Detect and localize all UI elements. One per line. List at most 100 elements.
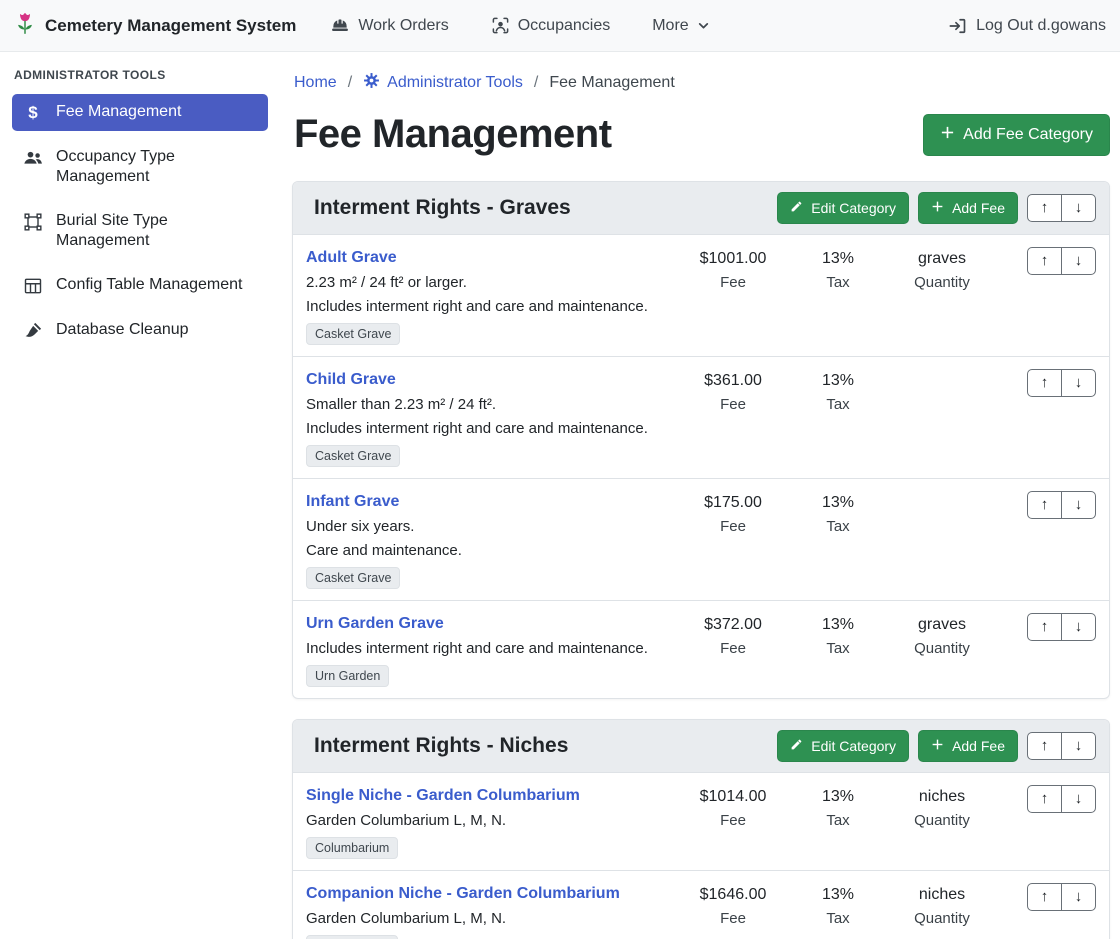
breadcrumb-home-link[interactable]: Home <box>294 74 337 92</box>
fee-amount: $1001.00 <box>674 248 792 269</box>
quantity-value: niches <box>884 884 1000 905</box>
move-fee-up-button[interactable]: ↑ <box>1027 491 1062 519</box>
add-fee-label: Add Fee <box>952 738 1005 754</box>
move-fee-down-button[interactable]: ↓ <box>1061 613 1096 641</box>
fee-tag-wrap: Columbarium <box>306 837 674 859</box>
sidebar-item-label: Occupancy Type Management <box>56 147 258 187</box>
tax-label: Tax <box>792 812 884 829</box>
tax-label: Tax <box>792 274 884 291</box>
breadcrumb-admin-tools-link[interactable]: Administrator Tools <box>363 72 523 94</box>
fee-column: $1014.00 Fee <box>674 785 792 829</box>
move-fee-down-button[interactable]: ↓ <box>1061 247 1096 275</box>
sidebar-item-database-cleanup[interactable]: Database Cleanup <box>12 312 268 349</box>
breadcrumb: Home / Administrator Tools / Fee Ma <box>294 72 1110 94</box>
category-title: Interment Rights - Niches <box>314 734 768 758</box>
add-fee-button[interactable]: Add Fee <box>918 192 1018 224</box>
tax-label: Tax <box>792 910 884 927</box>
fee-description: Smaller than 2.23 m² / 24 ft². <box>306 395 674 414</box>
fee-name-link[interactable]: Infant Grave <box>306 491 399 512</box>
fee-label: Fee <box>674 812 792 829</box>
category-card-niches: Interment Rights - Niches Edit Category … <box>292 719 1110 939</box>
tulip-logo-icon <box>14 11 36 41</box>
move-fee-up-button[interactable]: ↑ <box>1027 883 1062 911</box>
fee-type-badge: Columbarium <box>306 837 398 859</box>
move-fee-up-button[interactable]: ↑ <box>1027 247 1062 275</box>
add-fee-category-button[interactable]: Add Fee Category <box>923 114 1110 156</box>
logout-link[interactable]: Log Out d.gowans <box>948 16 1106 36</box>
admin-tools-sidebar: Administrator Tools $ Fee Management Occ… <box>0 52 280 939</box>
fee-name-link[interactable]: Urn Garden Grave <box>306 613 444 634</box>
fee-column: $372.00 Fee <box>674 613 792 657</box>
breadcrumb-admin-tools-label: Administrator Tools <box>387 74 523 92</box>
logout-label: Log Out d.gowans <box>976 17 1106 35</box>
sidebar-heading: Administrator Tools <box>0 60 280 94</box>
fee-info: Child Grave Smaller than 2.23 m² / 24 ft… <box>306 369 674 467</box>
pencil-icon <box>790 738 803 754</box>
fee-info: Infant Grave Under six years. Care and m… <box>306 491 674 589</box>
fee-info: Single Niche - Garden Columbarium Garden… <box>306 785 674 859</box>
tax-value: 13% <box>792 248 884 269</box>
tax-column: 13% Tax <box>792 883 884 927</box>
move-fee-down-button[interactable]: ↓ <box>1061 883 1096 911</box>
content-area: Administrator Tools $ Fee Management Occ… <box>0 52 1120 939</box>
add-fee-button[interactable]: Add Fee <box>918 730 1018 762</box>
breadcrumb-separator: / <box>348 74 352 92</box>
fee-tag-wrap: Casket Grave <box>306 323 674 345</box>
person-bounding-box-icon <box>491 16 510 35</box>
nav-more[interactable]: More <box>652 17 709 35</box>
fee-name-link[interactable]: Single Niche - Garden Columbarium <box>306 785 580 806</box>
nav-work-orders[interactable]: Work Orders <box>330 16 448 36</box>
sidebar-item-occupancy-type-management[interactable]: Occupancy Type Management <box>12 139 268 195</box>
quantity-column: niches Quantity <box>884 883 1000 927</box>
edit-category-button[interactable]: Edit Category <box>777 192 909 224</box>
move-category-down-button[interactable]: ↓ <box>1061 194 1096 222</box>
tax-value: 13% <box>792 884 884 905</box>
move-fee-up-button[interactable]: ↑ <box>1027 369 1062 397</box>
nav-more-label: More <box>652 17 688 35</box>
fee-tag-wrap: Casket Grave <box>306 567 674 589</box>
tax-column: 13% Tax <box>792 785 884 829</box>
category-reorder-group: ↑ ↓ <box>1027 732 1096 760</box>
category-card-graves: Interment Rights - Graves Edit Category … <box>292 181 1110 699</box>
fee-description: 2.23 m² / 24 ft² or larger. <box>306 273 674 292</box>
fee-name-link[interactable]: Companion Niche - Garden Columbarium <box>306 883 620 904</box>
sidebar-item-config-table-management[interactable]: Config Table Management <box>12 267 268 304</box>
edit-category-button[interactable]: Edit Category <box>777 730 909 762</box>
move-category-up-button[interactable]: ↑ <box>1027 732 1062 760</box>
tax-value: 13% <box>792 370 884 391</box>
fee-description: Includes interment right and care and ma… <box>306 419 674 438</box>
fee-row: Adult Grave 2.23 m² / 24 ft² or larger. … <box>293 235 1109 356</box>
nav-occupancies-label: Occupancies <box>518 17 611 35</box>
move-fee-down-button[interactable]: ↓ <box>1061 369 1096 397</box>
sidebar-item-label: Database Cleanup <box>56 320 189 340</box>
move-fee-down-button[interactable]: ↓ <box>1061 491 1096 519</box>
quantity-value: niches <box>884 786 1000 807</box>
fee-amount: $361.00 <box>674 370 792 391</box>
move-fee-up-button[interactable]: ↑ <box>1027 785 1062 813</box>
breadcrumb-separator: / <box>534 74 538 92</box>
fee-type-badge: Casket Grave <box>306 445 400 467</box>
move-fee-up-button[interactable]: ↑ <box>1027 613 1062 641</box>
category-header: Interment Rights - Graves Edit Category … <box>293 182 1109 235</box>
fee-name-link[interactable]: Child Grave <box>306 369 396 390</box>
fee-name-link[interactable]: Adult Grave <box>306 247 397 268</box>
navbar-menu: Work Orders Occupancies More <box>330 16 709 36</box>
quantity-value: graves <box>884 248 1000 269</box>
brand-link[interactable]: Cemetery Management System <box>14 11 296 41</box>
move-category-up-button[interactable]: ↑ <box>1027 194 1062 222</box>
quantity-column: graves Quantity <box>884 613 1000 657</box>
quantity-label: Quantity <box>884 910 1000 927</box>
quantity-column: graves Quantity <box>884 247 1000 291</box>
nav-occupancies[interactable]: Occupancies <box>491 16 611 35</box>
sidebar-item-burial-site-type-management[interactable]: Burial Site Type Management <box>12 203 268 259</box>
fee-column: $175.00 Fee <box>674 491 792 535</box>
fee-description: Care and maintenance. <box>306 541 674 560</box>
move-fee-down-button[interactable]: ↓ <box>1061 785 1096 813</box>
main-content: Home / Administrator Tools / Fee Ma <box>280 52 1120 939</box>
gear-icon <box>363 72 380 94</box>
sidebar-item-label: Fee Management <box>56 102 181 122</box>
sidebar-item-fee-management[interactable]: $ Fee Management <box>12 94 268 131</box>
quantity-column-empty <box>884 369 1000 370</box>
move-category-down-button[interactable]: ↓ <box>1061 732 1096 760</box>
fee-row: Single Niche - Garden Columbarium Garden… <box>293 773 1109 870</box>
